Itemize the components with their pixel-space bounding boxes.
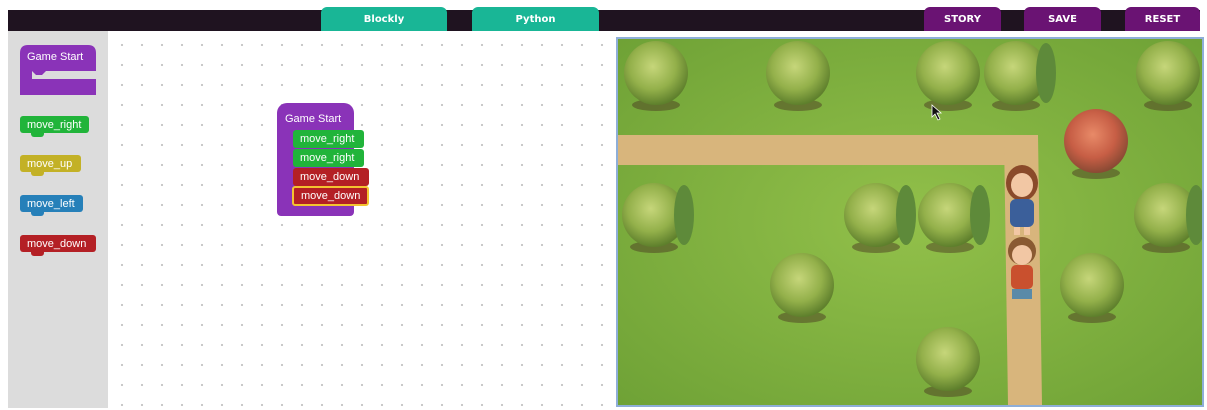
toolbox-move-left-block[interactable]: move_left [20, 195, 83, 216]
game-start-label: Game Start [27, 51, 84, 63]
game-stage[interactable] [616, 37, 1204, 407]
program-move-down-1[interactable]: move_down [293, 168, 369, 186]
tab-blockly[interactable]: Blockly [321, 7, 447, 31]
blockly-workspace[interactable] [108, 31, 608, 408]
save-button[interactable]: SAVE [1024, 7, 1101, 31]
tab-python[interactable]: Python [472, 7, 599, 31]
toolbox-move-up-block[interactable]: move_up [20, 155, 81, 176]
program-move-right-2[interactable]: move_right [293, 149, 364, 167]
program-move-right-1[interactable]: move_right [293, 130, 364, 148]
reset-button[interactable]: RESET [1125, 7, 1200, 31]
story-button[interactable]: STORY [924, 7, 1001, 31]
boy-character [1008, 237, 1036, 299]
top-bar [8, 10, 1200, 31]
program-game-start-label: Game Start [285, 113, 342, 125]
program-move-down-2-selected[interactable]: move_down [292, 186, 369, 206]
game-map [618, 39, 1202, 405]
toolbox-move-right-block[interactable]: move_right [20, 116, 89, 137]
toolbox-game-start-block[interactable]: Game Start [20, 43, 96, 95]
horizontal-path [618, 135, 1038, 165]
toolbox-move-down-block[interactable]: move_down [20, 235, 96, 256]
